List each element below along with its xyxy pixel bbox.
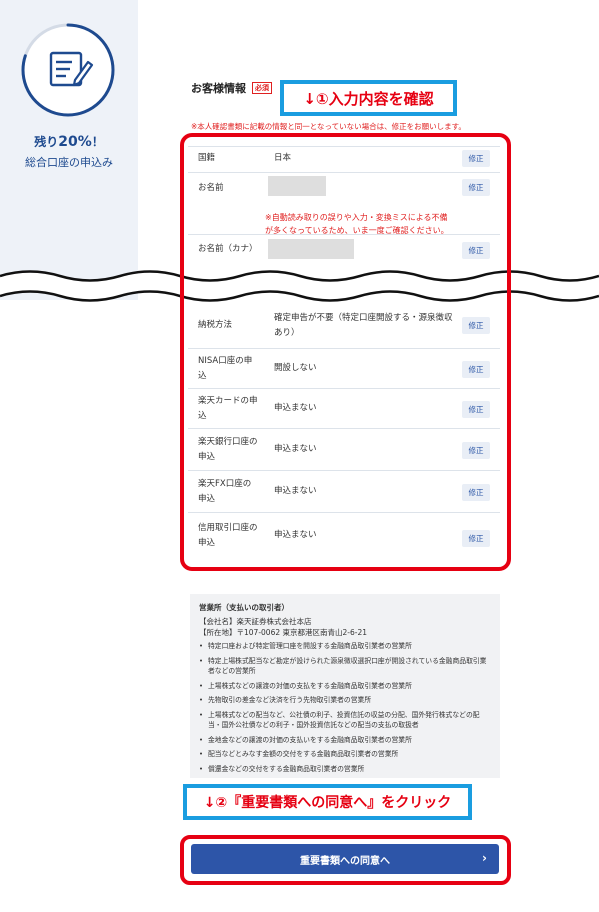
instruction-callout-step2: ↓②『重要書類への同意へ』をクリック xyxy=(183,784,472,820)
remaining-suffix: ！ xyxy=(91,135,104,149)
office-heading: 営業所（支払いの取引者） xyxy=(199,603,289,612)
correction-notice: ※本人確認書類に記載の情報と同一となっていない場合は、修正をお願いします。 xyxy=(191,122,466,131)
submit-label: 重要書類への同意へ xyxy=(300,855,390,867)
office-address: 【所在地】〒107-0062 東京都港区南青山2-6-21 xyxy=(199,628,367,637)
list-item: 特定口座および特定管理口座を開設する金融商品取引業者の営業所 xyxy=(199,641,493,652)
chevron-right-icon: › xyxy=(482,851,487,865)
progress-sidebar: 残り20%！ 総合口座の申込み xyxy=(0,0,138,300)
list-item: 配当などとみなす金額の交付をする金融商品取引業者の営業所 xyxy=(199,749,493,760)
remaining-percent: 20% xyxy=(58,134,92,150)
progress-ring-graphic xyxy=(21,23,115,117)
section-title: お客様情報 xyxy=(191,82,246,95)
remaining-progress-text: 残り20%！ xyxy=(0,133,138,150)
list-item: 先物取引の差金など決済を行う先物取引業者の営業所 xyxy=(199,695,493,706)
list-item: 上場株式などの譲渡の対価の支払をする金融商品取引業者の営業所 xyxy=(199,681,493,692)
office-company: 【会社名】楽天証券株式会社本店 xyxy=(199,617,312,626)
list-item: 金地金などの譲渡の対価の支払いをする金融商品取引業者の営業所 xyxy=(199,735,493,746)
business-office-info: 営業所（支払いの取引者） 【会社名】楽天証券株式会社本店 【所在地】〒107-0… xyxy=(190,594,500,778)
office-role-list: 特定口座および特定管理口座を開設する金融商品取引業者の営業所 特定上場株式配当な… xyxy=(199,641,493,778)
progress-ring xyxy=(18,20,118,120)
flow-name: 総合口座の申込み xyxy=(25,156,113,169)
list-item: 特定上場株式配当など勘定が設けられた源泉徴収選択口座が開設されている金融商品取引… xyxy=(199,656,493,677)
remaining-prefix: 残り xyxy=(34,135,59,149)
list-item: 償還金などの交付をする金融商品取引業者の営業所 xyxy=(199,764,493,775)
instruction-callout-step1: ↓①入力内容を確認 xyxy=(280,80,457,116)
review-highlight-frame xyxy=(180,133,511,571)
list-item: 上場株式などの配当など、公社債の利子、投資信託の収益の分配、国外発行株式などの配… xyxy=(199,710,493,731)
agree-important-documents-button[interactable]: 重要書類への同意へ › xyxy=(191,844,499,874)
required-badge: 必須 xyxy=(252,82,272,94)
